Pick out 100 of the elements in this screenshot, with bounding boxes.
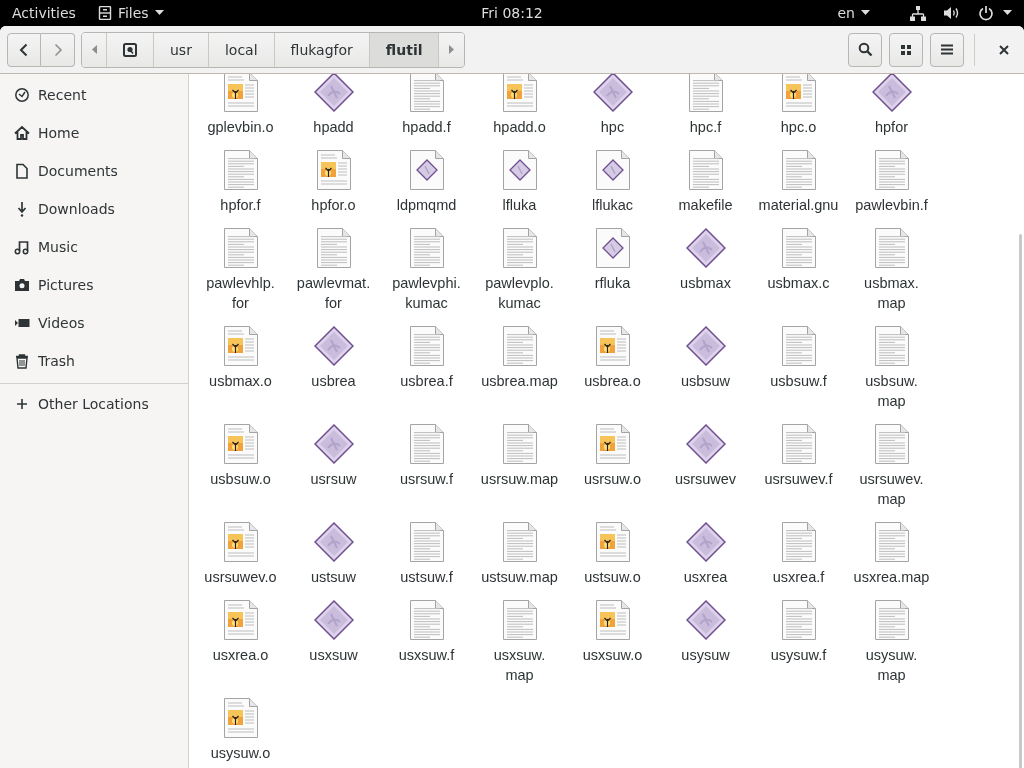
sidebar-item[interactable]: Music: [0, 228, 188, 266]
clock[interactable]: Fri 08:12: [481, 5, 543, 21]
file-item[interactable]: usbmax.c: [752, 228, 845, 326]
file-item[interactable]: hpc.o: [752, 74, 845, 150]
file-name: usbsuw.f: [770, 372, 827, 391]
path-segment[interactable]: usr: [154, 32, 209, 67]
file-item[interactable]: usbmax: [659, 228, 752, 326]
sidebar-item[interactable]: Documents: [0, 152, 188, 190]
file-item[interactable]: usxsuw.o: [566, 600, 659, 698]
home-icon: [14, 125, 30, 141]
file-item[interactable]: hpc: [566, 74, 659, 150]
menu-button[interactable]: [930, 32, 964, 67]
file-item[interactable]: material.gnu: [752, 150, 845, 228]
file-item[interactable]: pawlevmat.for: [287, 228, 380, 326]
executable-diamond-icon: [685, 228, 726, 268]
volume-icon[interactable]: [944, 6, 960, 20]
file-item[interactable]: gplevbin.o: [194, 74, 287, 150]
file-item[interactable]: usbrea.o: [566, 326, 659, 424]
file-name: usbsuw.map: [865, 372, 918, 411]
file-item[interactable]: usxrea.o: [194, 600, 287, 698]
input-source-menu[interactable]: en: [837, 5, 870, 21]
file-item[interactable]: usxrea.map: [845, 522, 938, 600]
file-item[interactable]: usrsuw: [287, 424, 380, 522]
file-item[interactable]: usbsuw: [659, 326, 752, 424]
activities-button[interactable]: Activities: [12, 5, 76, 21]
file-item[interactable]: usysuw.map: [845, 600, 938, 698]
file-item[interactable]: hpadd.f: [380, 74, 473, 150]
file-item[interactable]: hpfor.o: [287, 150, 380, 228]
file-item[interactable]: hpadd.o: [473, 74, 566, 150]
sidebar-item[interactable]: Videos: [0, 304, 188, 342]
file-item[interactable]: pawlevphi.kumac: [380, 228, 473, 326]
file-item[interactable]: usrsuw.f: [380, 424, 473, 522]
executable-diamond-icon: [685, 522, 726, 562]
file-item[interactable]: hpfor: [845, 74, 938, 150]
file-item[interactable]: usxsuw.f: [380, 600, 473, 698]
file-item[interactable]: ustsuw.map: [473, 522, 566, 600]
file-item[interactable]: usbmax.o: [194, 326, 287, 424]
file-name: pawlevplo.kumac: [485, 274, 554, 313]
path-segment[interactable]: flutil: [369, 32, 440, 67]
file-item[interactable]: ustsuw: [287, 522, 380, 600]
file-item[interactable]: usrsuwev.map: [845, 424, 938, 522]
camera-icon: [14, 277, 30, 293]
back-button[interactable]: [7, 32, 41, 67]
file-item[interactable]: usbmax.map: [845, 228, 938, 326]
path-segment[interactable]: flukagfor: [274, 32, 370, 67]
file-item[interactable]: pawlevplo.kumac: [473, 228, 566, 326]
file-item[interactable]: hpadd: [287, 74, 380, 150]
search-button[interactable]: [848, 32, 882, 67]
sidebar-item[interactable]: Trash: [0, 342, 188, 380]
path-disk-button[interactable]: [107, 32, 154, 67]
sidebar-label: Trash: [38, 353, 75, 369]
file-item[interactable]: usysuw.f: [752, 600, 845, 698]
file-item[interactable]: ldpmqmd: [380, 150, 473, 228]
file-item[interactable]: usbrea: [287, 326, 380, 424]
network-icon[interactable]: [910, 5, 926, 21]
path-segment[interactable]: local: [208, 32, 275, 67]
file-name: usxsuw.o: [582, 646, 643, 665]
power-icon[interactable]: [978, 5, 994, 21]
cabinet-icon: [97, 6, 112, 20]
file-item[interactable]: usbsuw.map: [845, 326, 938, 424]
file-item[interactable]: usrsuwev.o: [194, 522, 287, 600]
sidebar-item[interactable]: Home: [0, 114, 188, 152]
file-item[interactable]: usysuw: [659, 600, 752, 698]
file-item[interactable]: makefile: [659, 150, 752, 228]
file-item[interactable]: usbrea.f: [380, 326, 473, 424]
view-grid-button[interactable]: [889, 32, 923, 67]
caret-icon[interactable]: [1003, 10, 1012, 16]
file-item[interactable]: hpfor.f: [194, 150, 287, 228]
file-item[interactable]: usxrea.f: [752, 522, 845, 600]
file-name: hpadd.o: [493, 118, 546, 137]
file-item[interactable]: usbsuw.f: [752, 326, 845, 424]
file-item[interactable]: ustsuw.o: [566, 522, 659, 600]
file-name: usxrea.f: [772, 568, 825, 587]
file-item[interactable]: lfluka: [473, 150, 566, 228]
file-name: lfluka: [502, 196, 537, 215]
file-item[interactable]: rfluka: [566, 228, 659, 326]
file-item[interactable]: usxrea: [659, 522, 752, 600]
file-item[interactable]: usrsuw.map: [473, 424, 566, 522]
file-item[interactable]: ustsuw.f: [380, 522, 473, 600]
file-name: hpc.f: [689, 118, 722, 137]
sidebar-item[interactable]: Pictures: [0, 266, 188, 304]
sidebar-item[interactable]: Downloads: [0, 190, 188, 228]
file-item[interactable]: usbsuw.o: [194, 424, 287, 522]
file-item[interactable]: pawlevbin.f: [845, 150, 938, 228]
file-name: usrsuwev: [674, 470, 737, 489]
file-name: usbrea.f: [400, 372, 453, 391]
file-item[interactable]: hpc.f: [659, 74, 752, 150]
app-menu[interactable]: Files: [97, 5, 164, 21]
file-item[interactable]: usxsuw: [287, 600, 380, 698]
file-item[interactable]: usysuw.o: [194, 698, 287, 768]
file-item[interactable]: usxsuw.map: [473, 600, 566, 698]
file-item[interactable]: usrsuwev.f: [752, 424, 845, 522]
file-item[interactable]: usrsuwev: [659, 424, 752, 522]
file-item[interactable]: pawlevhlp.for: [194, 228, 287, 326]
file-item[interactable]: lflukac: [566, 150, 659, 228]
sidebar-item[interactable]: Recent: [0, 76, 188, 114]
file-name: usbmax: [680, 274, 731, 293]
file-item[interactable]: usrsuw.o: [566, 424, 659, 522]
other-locations-item[interactable]: Other Locations: [0, 385, 188, 423]
file-item[interactable]: usbrea.map: [473, 326, 566, 424]
